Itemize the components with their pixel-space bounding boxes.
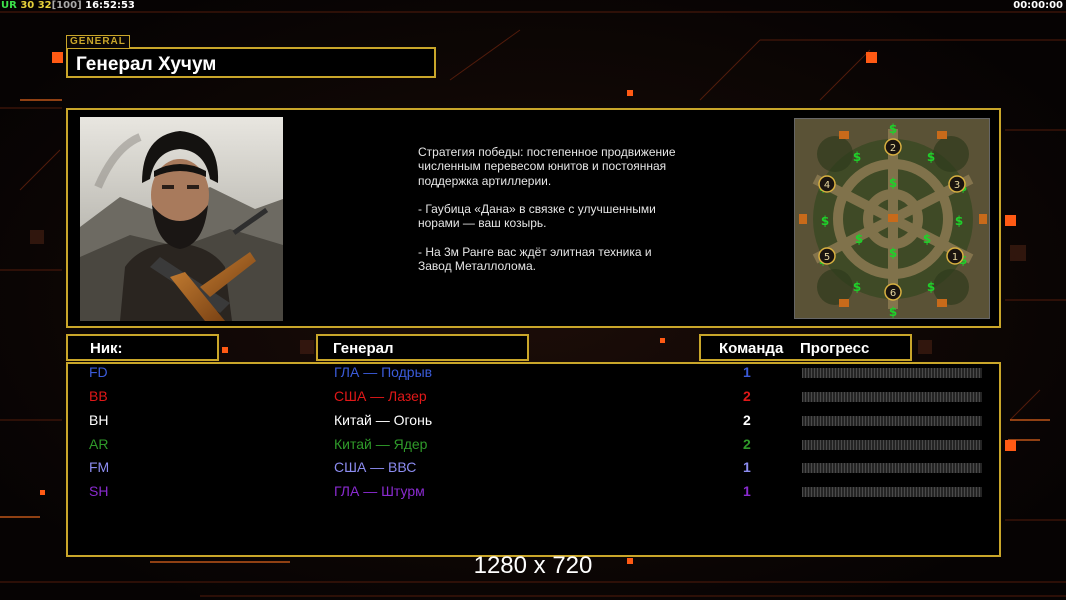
money-icon: $ [955,214,963,228]
stat-bracket: [100] [51,0,82,11]
map-preview: $ $ $ $ $ $ $ $ $ $ $ $ $ $ $ $ 2 4 3 5 … [794,118,990,319]
player-row: BH Китай — Огонь 2 [0,412,1066,434]
column-progress-label: Прогресс [800,340,870,357]
hud-stats: UR 30 32[100] 16:52:53 [1,0,135,12]
player-general: ГЛА — Штурм [334,483,425,499]
money-icon: $ [927,150,935,164]
player-row: FM США — ВВС 1 [0,459,1066,481]
player-progress-bar [802,416,982,426]
clock: 16:52:53 [85,0,135,11]
version-label: UR [1,0,17,11]
money-icon: $ [927,280,935,294]
player-general: ГЛА — Подрыв [334,364,433,380]
player-nick: FD [89,364,108,380]
player-progress-bar [802,368,982,378]
column-general-label: Генерал [333,340,394,357]
start-position-1: 1 [952,252,958,263]
player-general: Китай — Огонь [334,412,433,428]
money-icon: $ [853,280,861,294]
start-position-3: 3 [954,180,960,191]
start-position-6: 6 [890,288,896,299]
player-row: SH ГЛА — Штурм 1 [0,483,1066,505]
start-position-2: 2 [890,143,896,154]
player-general: США — ВВС [334,459,417,475]
strategy-description: Стратегия победы: постепенное продвижени… [418,145,676,274]
player-nick: SH [89,483,109,499]
player-row: FD ГЛА — Подрыв 1 [0,364,1066,386]
player-team: 1 [743,483,751,499]
player-progress-bar [802,440,982,450]
player-team: 1 [743,459,751,475]
player-team: 2 [743,388,751,404]
resolution-label: 1280 x 720 [473,552,593,579]
player-progress-bar [802,487,982,497]
money-icon: $ [889,176,897,190]
player-general: США — Лазер [334,388,427,404]
player-nick: BB [89,388,108,404]
money-icon: $ [889,246,897,260]
money-icon: $ [853,150,861,164]
column-header-general: Генерал [316,334,529,361]
column-header-nick: Ник: [66,334,219,361]
general-tag: GENERAL [66,35,130,49]
player-row: AR Китай — Ядер 2 [0,436,1066,458]
player-progress-bar [802,463,982,473]
player-nick: FM [89,459,110,475]
player-team: 1 [743,364,751,380]
column-team-label: Команда [719,340,784,357]
general-title-box: Генерал Хучум [66,47,436,78]
money-icon: $ [889,305,897,319]
player-team: 2 [743,436,751,452]
player-team: 2 [743,412,751,428]
game-timer: 00:00:00 [1013,0,1063,11]
general-name: Генерал Хучум [76,54,217,75]
column-header-team-progress: Команда Прогресс [699,334,912,361]
money-icon: $ [821,214,829,228]
start-position-4: 4 [824,180,830,191]
money-icon: $ [889,122,897,136]
stat-a: 30 [20,0,35,11]
player-row: BB США — Лазер 2 [0,388,1066,410]
player-progress-bar [802,392,982,402]
player-nick: BH [89,412,109,428]
stat-b: 32 [37,0,52,11]
money-icon: $ [855,232,863,246]
column-nick-label: Ник: [90,340,123,357]
player-nick: AR [89,436,109,452]
general-portrait [80,117,283,321]
money-icon: $ [923,232,931,246]
start-position-5: 5 [824,252,830,263]
player-general: Китай — Ядер [334,436,428,452]
